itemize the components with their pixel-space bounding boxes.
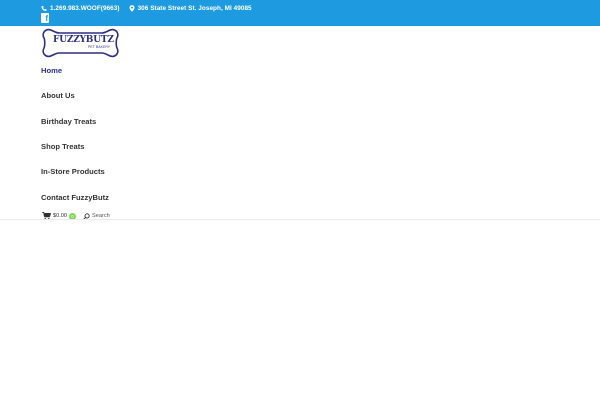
header-divider (0, 219, 600, 220)
phone-number: 1.269.983.WOOF(9663) (50, 4, 120, 12)
cart-search-row: $0.00 0 Search (42, 210, 110, 222)
logo-tagline: PET BAKERY (88, 45, 111, 49)
address-link[interactable]: 306 State Street St. Joseph, MI 49085 (129, 5, 252, 12)
facebook-glyph: f (45, 14, 48, 23)
nav-item-shop-treats[interactable]: Shop Treats (41, 142, 84, 151)
phone-icon (41, 5, 47, 12)
top-bar: 1.269.983.WOOF(9663) 306 State Street St… (0, 0, 600, 26)
nav-item-in-store-products[interactable]: In-Store Products (41, 167, 105, 176)
phone-link[interactable]: 1.269.983.WOOF(9663) (41, 5, 120, 12)
contact-info-row: 1.269.983.WOOF(9663) 306 State Street St… (41, 3, 252, 13)
nav-item-birthday-treats[interactable]: Birthday Treats (41, 117, 96, 126)
nav-item-home[interactable]: Home (41, 66, 62, 75)
logo-wordmark: FUZZYBUTZ (53, 35, 114, 45)
map-pin-icon (129, 4, 135, 12)
nav-item-about-us[interactable]: About Us (41, 91, 75, 100)
nav-item-contact[interactable]: Contact FuzzyButz (41, 193, 109, 202)
address-text: 306 State Street St. Joseph, MI 49085 (137, 4, 252, 12)
site-logo[interactable]: FUZZYBUTZ PET BAKERY (41, 27, 120, 59)
facebook-icon[interactable]: f (41, 13, 49, 23)
